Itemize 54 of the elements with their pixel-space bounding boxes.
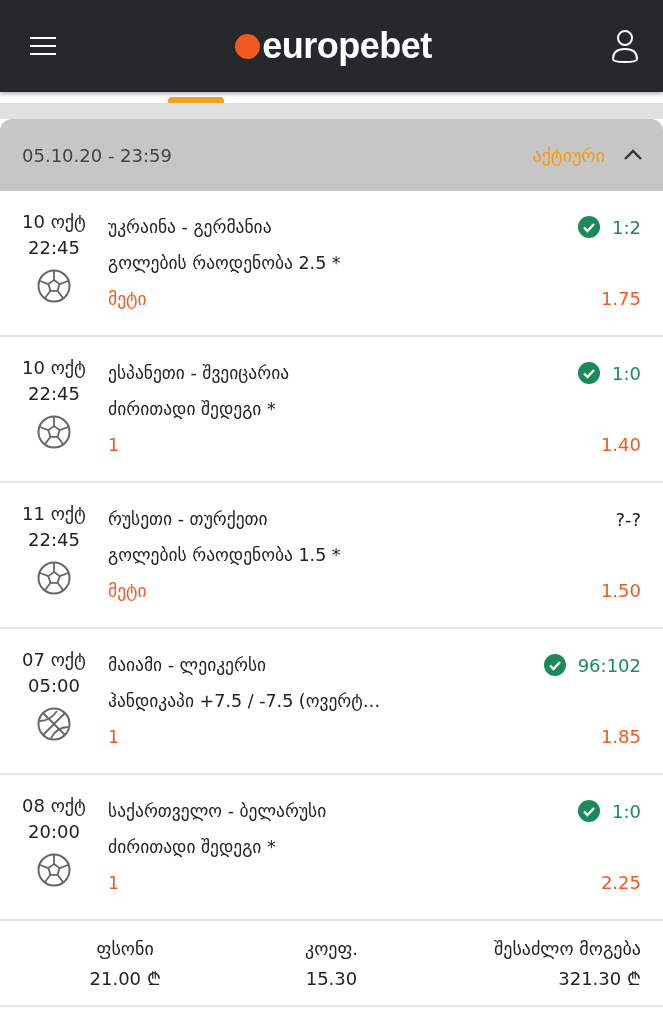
match-score: 1:0 — [612, 800, 641, 822]
match-score: ?-? — [615, 508, 641, 530]
bet-odds: 2.25 — [600, 871, 641, 895]
football-icon — [37, 415, 71, 449]
match-name: რუსეთი - თურქეთი — [108, 508, 269, 531]
bet-time: 20:00 — [28, 820, 80, 844]
summary-value: 21.00 ₾ — [89, 967, 161, 991]
match-score: 1:2 — [612, 216, 641, 238]
tab-indicator — [168, 97, 224, 103]
summary-label: შესაძლო მოგება — [493, 937, 641, 961]
match-name: საქართველო - ბელარუსი — [108, 800, 328, 823]
summary-label: ფსონი — [96, 937, 154, 961]
market-name: ძირითადი შედეგი * — [108, 398, 277, 421]
match-name: ესპანეთი - შვეიცარია — [108, 362, 291, 385]
bet-date: 10 ოქტ — [22, 210, 86, 234]
bet-odds: 1.50 — [600, 579, 641, 603]
bet-pick: 1 — [108, 726, 121, 749]
bet-date: 11 ოქტ — [22, 502, 86, 526]
match-name: უკრაინა - გერმანია — [108, 216, 273, 239]
market-name: გოლების რაოდენობა 2.5 * — [108, 252, 342, 275]
bet-pick: 1 — [108, 872, 121, 895]
summary-value: 15.30 — [305, 967, 358, 991]
bet-pick: მეტი — [108, 580, 148, 603]
football-icon — [37, 561, 71, 595]
ticket-status: აქტიური — [532, 144, 605, 166]
match-name: მაიამი - ლეიკერსი — [108, 654, 268, 677]
bet-odds: 1.75 — [600, 287, 641, 311]
bet-time: 05:00 — [28, 674, 80, 698]
ticket-date: 05.10.20 - 23:59 — [22, 144, 173, 166]
ticket-header[interactable]: 05.10.20 - 23:59 აქტიური — [0, 119, 663, 191]
bet-pick: 1 — [108, 434, 121, 457]
bet-date: 10 ოქტ — [22, 356, 86, 380]
bet-time: 22:45 — [28, 528, 80, 552]
bet-pick: მეტი — [108, 288, 148, 311]
bet-odds: 1.40 — [600, 433, 641, 457]
market-name: ძირითადი შედეგი * — [108, 836, 277, 859]
user-icon[interactable] — [611, 29, 639, 63]
menu-icon[interactable] — [30, 36, 56, 56]
bet-time: 22:45 — [28, 382, 80, 406]
basketball-icon — [37, 707, 71, 741]
bet-date: 08 ოქტ — [22, 794, 86, 818]
summary-value: 321.30 ₾ — [558, 967, 641, 991]
market-name: გოლების რაოდენობა 1.5 * — [108, 544, 342, 567]
football-icon — [37, 853, 71, 887]
logo[interactable]: europebet — [235, 25, 432, 67]
bet-time: 22:45 — [28, 236, 80, 260]
summary-label: კოეფ. — [304, 937, 358, 961]
match-score: 1:0 — [612, 362, 641, 384]
market-name: ჰანდიკაპი +7.5 / -7.5 (ოვერტ… — [108, 690, 382, 713]
bet-odds: 1.85 — [600, 725, 641, 749]
bet-date: 07 ოქტ — [22, 648, 86, 672]
match-score: 96:102 — [577, 654, 641, 676]
chevron-icon[interactable] — [623, 149, 643, 161]
football-icon — [37, 269, 71, 303]
